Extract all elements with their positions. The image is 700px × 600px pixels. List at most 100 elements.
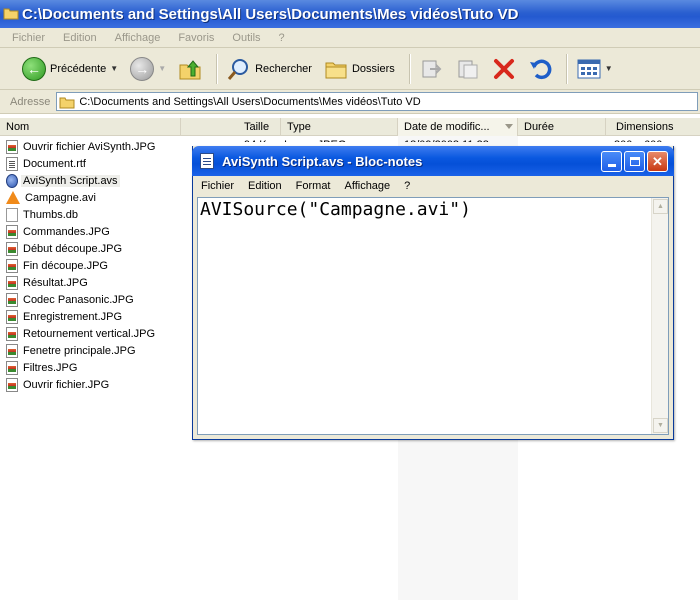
maximize-icon bbox=[629, 157, 640, 166]
jpg-icon bbox=[6, 326, 18, 341]
search-button[interactable]: Rechercher bbox=[223, 52, 316, 86]
file-name: Retournement vertical.JPG bbox=[23, 327, 156, 340]
back-label: Précédente bbox=[50, 62, 107, 75]
back-button[interactable]: ← Précédente ▼ bbox=[18, 52, 122, 86]
db-icon bbox=[6, 207, 18, 222]
menu-help[interactable]: ? bbox=[279, 32, 285, 44]
notepad-menu-fichier[interactable]: Fichier bbox=[201, 180, 234, 192]
jpg-icon bbox=[6, 343, 18, 358]
jpg-icon bbox=[6, 292, 18, 307]
toolbar-separator bbox=[408, 53, 410, 84]
file-name: Fin découpe.JPG bbox=[23, 259, 108, 272]
file-row[interactable]: Campagne.avi bbox=[6, 189, 98, 206]
jpg-icon bbox=[6, 224, 18, 239]
back-arrow-icon: ← bbox=[22, 56, 46, 81]
notepad-menu-edition[interactable]: Edition bbox=[248, 180, 282, 192]
folders-button[interactable]: Dossiers bbox=[320, 52, 399, 86]
folders-icon bbox=[325, 62, 347, 78]
file-row[interactable]: Fin découpe.JPG bbox=[6, 257, 110, 274]
file-row[interactable]: Fenetre principale.JPG bbox=[6, 342, 138, 359]
file-name: Codec Panasonic.JPG bbox=[23, 293, 134, 306]
notepad-menu-affichage[interactable]: Affichage bbox=[345, 180, 391, 192]
delete-x-icon bbox=[493, 58, 514, 79]
column-header-duree[interactable]: Durée bbox=[518, 118, 606, 136]
scroll-up-icon[interactable]: ▲ bbox=[653, 199, 668, 214]
file-row[interactable]: Ouvrir fichier AviSynth.JPG bbox=[6, 138, 157, 155]
file-row[interactable]: AviSynth Script.avs bbox=[6, 172, 120, 189]
file-name: Document.rtf bbox=[23, 157, 86, 170]
menu-favoris[interactable]: Favoris bbox=[178, 32, 214, 44]
menu-affichage[interactable]: Affichage bbox=[115, 32, 161, 44]
toolbar-separator bbox=[565, 53, 567, 84]
vertical-scrollbar[interactable]: ▲ ▼ bbox=[651, 198, 668, 434]
file-row[interactable]: Début découpe.JPG bbox=[6, 240, 124, 257]
up-folder-button[interactable] bbox=[174, 52, 206, 86]
undo-button[interactable] bbox=[524, 52, 556, 86]
notepad-menu-bar: Fichier Edition Format Affichage ? bbox=[193, 176, 673, 196]
forward-button[interactable]: → ▼ bbox=[126, 52, 170, 86]
back-dropdown-icon[interactable]: ▼ bbox=[110, 64, 118, 73]
column-header-type[interactable]: Type bbox=[281, 118, 398, 136]
file-name: Thumbs.db bbox=[23, 208, 79, 221]
minimize-button[interactable] bbox=[601, 151, 622, 172]
views-button[interactable]: ▼ bbox=[573, 52, 617, 86]
undo-icon bbox=[529, 59, 552, 79]
menu-fichier[interactable]: Fichier bbox=[12, 32, 45, 44]
notepad-icon bbox=[200, 153, 214, 169]
delete-button[interactable] bbox=[488, 52, 520, 86]
column-headers: Nom Taille Type Date de modific... Durée… bbox=[0, 118, 700, 136]
file-row[interactable]: Retournement vertical.JPG bbox=[6, 325, 157, 342]
document-icon bbox=[6, 156, 18, 171]
file-row[interactable]: Filtres.JPG bbox=[6, 359, 79, 376]
close-button[interactable]: ✕ bbox=[647, 151, 668, 172]
file-row[interactable]: Thumbs.db bbox=[6, 206, 80, 223]
jpg-icon bbox=[6, 241, 18, 256]
notepad-title: AviSynth Script.avs - Bloc-notes bbox=[222, 153, 423, 169]
column-header-taille[interactable]: Taille bbox=[181, 118, 281, 136]
file-row[interactable]: Document.rtf bbox=[6, 155, 88, 172]
column-header-date-label: Date de modific... bbox=[404, 121, 490, 133]
column-header-dimensions[interactable]: Dimensions bbox=[606, 118, 700, 136]
folder-icon bbox=[59, 97, 75, 108]
file-row[interactable]: Codec Panasonic.JPG bbox=[6, 291, 136, 308]
jpg-icon bbox=[6, 360, 18, 375]
search-icon bbox=[227, 58, 249, 80]
explorer-title: C:\Documents and Settings\All Users\Docu… bbox=[22, 5, 519, 23]
file-row[interactable]: Résultat.JPG bbox=[6, 274, 90, 291]
address-input[interactable]: C:\Documents and Settings\All Users\Docu… bbox=[56, 92, 698, 111]
file-row[interactable]: Enregistrement.JPG bbox=[6, 308, 124, 325]
forward-dropdown-icon[interactable]: ▼ bbox=[158, 64, 166, 73]
search-label: Rechercher bbox=[255, 62, 312, 75]
close-icon: ✕ bbox=[652, 154, 663, 169]
maximize-button[interactable] bbox=[624, 151, 645, 172]
explorer-title-bar[interactable]: C:\Documents and Settings\All Users\Docu… bbox=[0, 0, 700, 28]
file-row[interactable]: Ouvrir fichier.JPG bbox=[6, 376, 111, 393]
copy-to-icon bbox=[458, 60, 478, 78]
file-name: Ouvrir fichier.JPG bbox=[23, 378, 110, 391]
menu-outils[interactable]: Outils bbox=[232, 32, 260, 44]
scroll-down-icon[interactable]: ▼ bbox=[653, 418, 668, 433]
copy-to-button[interactable] bbox=[452, 52, 484, 86]
notepad-menu-help[interactable]: ? bbox=[404, 180, 410, 192]
minimize-icon bbox=[607, 164, 616, 167]
file-name: Campagne.avi bbox=[25, 191, 96, 204]
notepad-content: AVISource("Campagne.avi") bbox=[200, 199, 471, 220]
notepad-menu-format[interactable]: Format bbox=[296, 180, 331, 192]
jpg-icon bbox=[6, 139, 18, 154]
file-name: Début découpe.JPG bbox=[23, 242, 123, 255]
file-row[interactable]: Commandes.JPG bbox=[6, 223, 112, 240]
forward-arrow-icon: → bbox=[130, 56, 155, 81]
menu-edition[interactable]: Edition bbox=[63, 32, 97, 44]
views-grid-icon bbox=[577, 59, 601, 78]
up-folder-icon bbox=[179, 59, 201, 79]
column-header-date[interactable]: Date de modific... bbox=[398, 118, 518, 136]
column-header-nom[interactable]: Nom bbox=[0, 118, 181, 136]
toolbar-separator bbox=[216, 53, 218, 84]
jpg-icon bbox=[6, 275, 18, 290]
move-to-button[interactable] bbox=[416, 52, 448, 86]
notepad-title-bar[interactable]: AviSynth Script.avs - Bloc-notes ✕ bbox=[192, 146, 674, 176]
notepad-text-area[interactable]: AVISource("Campagne.avi") ▲ ▼ bbox=[197, 197, 669, 435]
jpg-icon bbox=[6, 309, 18, 324]
address-value: C:\Documents and Settings\All Users\Docu… bbox=[79, 95, 421, 108]
folders-label: Dossiers bbox=[351, 62, 395, 75]
